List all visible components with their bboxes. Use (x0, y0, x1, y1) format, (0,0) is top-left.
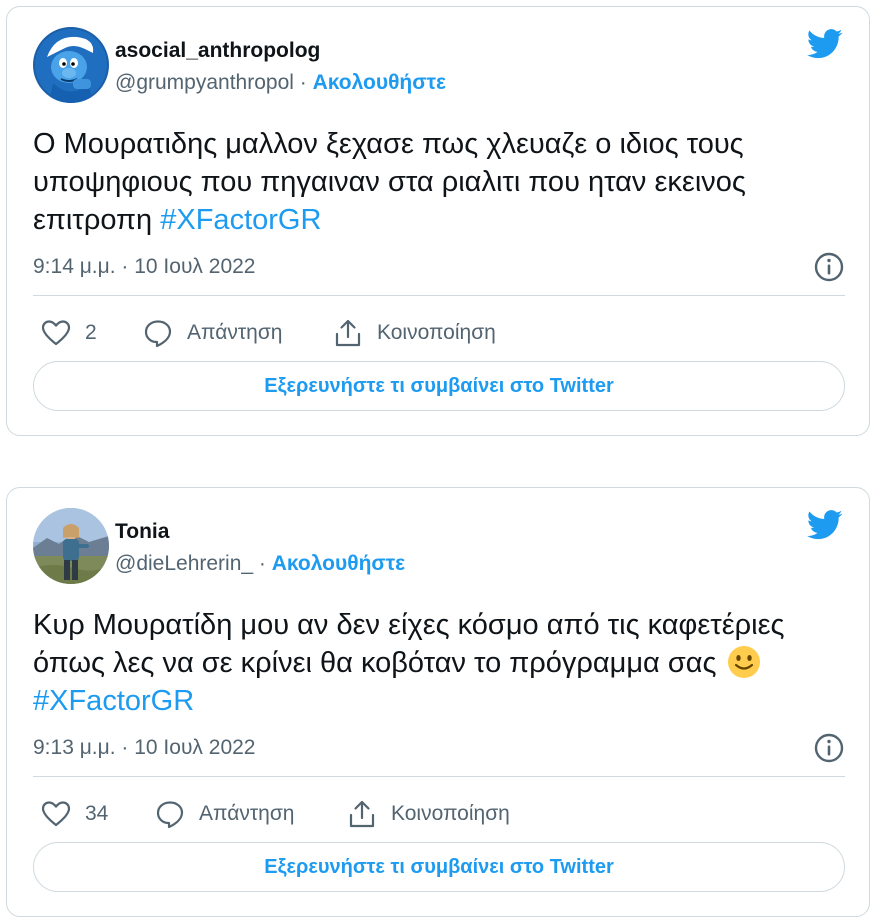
reply-bubble-icon (144, 320, 172, 348)
tweet-meta: 9:13 μ.μ. · 10 Ιουλ 2022 (33, 732, 845, 766)
author-handle[interactable]: @grumpyanthropol (115, 71, 294, 94)
share-icon (335, 319, 361, 347)
explore-twitter-button[interactable]: Εξερευνήστε τι συμβαίνει στο Twitter (33, 361, 845, 411)
share-button[interactable]: Κοινοποίηση (333, 313, 496, 353)
reply-label: Απάντηση (187, 321, 283, 344)
tweet-body: Κυρ Μουρατίδη μου αν δεν είχες κόσμο από… (33, 609, 785, 679)
reply-label: Απάντηση (199, 802, 295, 825)
hashtag-link[interactable]: #XFactorGR (160, 204, 321, 236)
avatar[interactable] (33, 508, 109, 584)
like-button[interactable]: 2 (41, 313, 97, 353)
tweet-text: Κυρ Μουρατίδη μου αν δεν είχες κόσμο από… (33, 606, 853, 720)
separator: · (299, 71, 313, 94)
like-count: 2 (85, 321, 97, 344)
divider (33, 776, 845, 777)
tweet-meta: 9:14 μ.μ. · 10 Ιουλ 2022 (33, 251, 845, 285)
author-handle[interactable]: @dieLehrerin_ (115, 552, 253, 575)
reply-button[interactable]: Απάντηση (155, 794, 294, 834)
tweet-card: asocial_anthropolog @grumpyanthropol · Α… (6, 6, 870, 436)
twitter-bird-icon[interactable] (807, 510, 843, 540)
smiling-face-icon (727, 646, 760, 678)
handle-row: @grumpyanthropol · Ακολουθήστε (115, 71, 446, 95)
author-name[interactable]: asocial_anthropolog (115, 39, 320, 63)
hashtag-link[interactable]: #XFactorGR (33, 685, 194, 717)
tweet-header: Tonia @dieLehrerin_ · Ακολουθήστε (7, 488, 869, 588)
heart-icon (41, 801, 71, 827)
share-label: Κοινοποίηση (377, 321, 496, 344)
heart-icon (41, 320, 71, 346)
info-icon[interactable] (813, 251, 845, 283)
tweet-card: Tonia @dieLehrerin_ · Ακολουθήστε Κυρ Μο… (6, 487, 870, 917)
divider (33, 295, 845, 296)
tweet-text: Ο Μουρατιδης μαλλον ξεχασε πως χλευαζε ο… (33, 125, 853, 239)
like-button[interactable]: 34 (41, 794, 108, 834)
like-count: 34 (85, 802, 109, 825)
share-label: Κοινοποίηση (391, 802, 510, 825)
twitter-bird-icon[interactable] (807, 29, 843, 59)
follow-link[interactable]: Ακολουθήστε (272, 552, 405, 575)
tweet-actions: 2 Απάντηση Κοινοποίηση (33, 313, 845, 353)
avatar[interactable] (33, 27, 109, 103)
separator: · (258, 552, 272, 575)
timestamp[interactable]: 9:13 μ.μ. · 10 Ιουλ 2022 (33, 736, 255, 760)
timestamp[interactable]: 9:14 μ.μ. · 10 Ιουλ 2022 (33, 255, 255, 279)
handle-row: @dieLehrerin_ · Ακολουθήστε (115, 552, 405, 576)
reply-button[interactable]: Απάντηση (143, 313, 282, 353)
tweet-body: Ο Μουρατιδης μαλλον ξεχασε πως χλευαζε ο… (33, 128, 746, 236)
reply-bubble-icon (156, 801, 184, 829)
explore-twitter-button[interactable]: Εξερευνήστε τι συμβαίνει στο Twitter (33, 842, 845, 892)
author-name[interactable]: Tonia (115, 520, 169, 544)
follow-link[interactable]: Ακολουθήστε (313, 71, 446, 94)
tweet-header: asocial_anthropolog @grumpyanthropol · Α… (7, 7, 869, 107)
info-icon[interactable] (813, 732, 845, 764)
share-button[interactable]: Κοινοποίηση (347, 794, 510, 834)
tweet-actions: 34 Απάντηση Κοινοποίηση (33, 794, 845, 834)
share-icon (349, 800, 375, 828)
